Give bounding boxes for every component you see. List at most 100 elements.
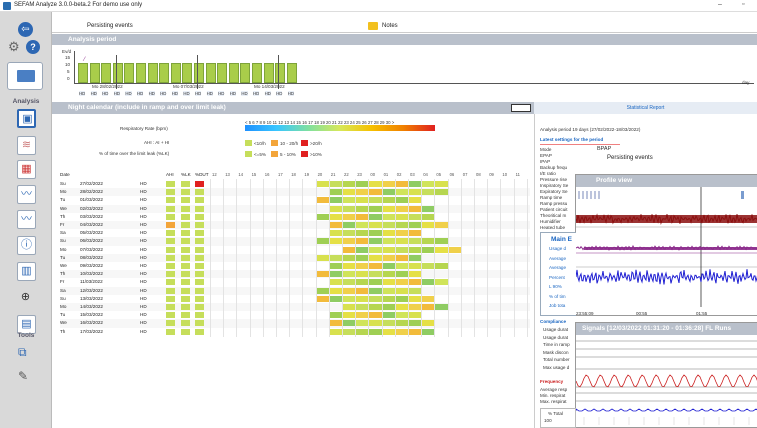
row-day: Fr bbox=[60, 222, 64, 227]
hour-header: 20 bbox=[318, 172, 323, 177]
night-usage-cell bbox=[368, 247, 381, 253]
night-usage-cell bbox=[342, 329, 355, 335]
frequency-label: Frequency bbox=[540, 379, 563, 384]
tool-pencil-icon[interactable]: ✎ bbox=[18, 369, 34, 385]
table-row[interactable] bbox=[60, 278, 530, 286]
table-row[interactable] bbox=[60, 180, 530, 188]
table-row[interactable] bbox=[60, 188, 530, 196]
table-col-header: AHI bbox=[166, 172, 174, 177]
usage-bar bbox=[275, 63, 285, 83]
setting-row: Humidifier bbox=[540, 219, 561, 224]
row-date: 10/03/2022 bbox=[80, 271, 103, 276]
ytick: 10 bbox=[65, 62, 70, 67]
night-usage-cell bbox=[368, 222, 381, 228]
table-row[interactable] bbox=[60, 303, 530, 311]
row-day: Th bbox=[60, 271, 65, 276]
night-usage-cell bbox=[342, 279, 355, 285]
hour-gridline bbox=[408, 179, 409, 337]
table-row[interactable] bbox=[60, 229, 530, 237]
minimize-button[interactable]: – bbox=[718, 1, 722, 8]
compliance-label: Compliance bbox=[540, 319, 566, 324]
dut-cell bbox=[195, 189, 204, 195]
help-icon[interactable]: ? bbox=[26, 40, 40, 54]
row-day: Tu bbox=[60, 312, 65, 317]
calendar-icon: ▦ bbox=[18, 161, 35, 178]
ahi-cell bbox=[166, 296, 175, 302]
row-day: Tu bbox=[60, 197, 65, 202]
night-usage-cell bbox=[382, 189, 395, 195]
table-row[interactable] bbox=[60, 295, 530, 303]
row-day: Fr bbox=[60, 279, 64, 284]
table-row[interactable] bbox=[60, 328, 530, 336]
night-usage-cell bbox=[329, 206, 342, 212]
row-date: 06/03/2022 bbox=[80, 238, 103, 243]
night-usage-cell bbox=[355, 263, 368, 269]
lk-cell bbox=[181, 263, 190, 269]
night-usage-cell bbox=[329, 312, 342, 318]
tool-compare-icon[interactable]: ⧉ bbox=[18, 345, 34, 361]
row-mode: HD bbox=[140, 247, 147, 252]
night-usage-cell bbox=[382, 296, 395, 302]
frequency-row: Max. respirat bbox=[540, 399, 567, 404]
night-usage-cell bbox=[368, 271, 381, 277]
calendar-view-button[interactable]: ▦ bbox=[17, 160, 36, 179]
night-usage-cell bbox=[329, 222, 342, 228]
hour-header: 01 bbox=[384, 172, 389, 177]
layout-toggle-icon[interactable] bbox=[511, 104, 531, 112]
graph-view-button[interactable]: ≋ bbox=[17, 136, 36, 155]
notes-label[interactable]: Notes bbox=[382, 23, 398, 29]
notes-icon[interactable] bbox=[368, 22, 378, 30]
total-value: 100 bbox=[544, 418, 552, 423]
back-arrow-icon[interactable]: ⇦ bbox=[18, 22, 33, 37]
night-usage-cell bbox=[368, 189, 381, 195]
table-row[interactable] bbox=[60, 213, 530, 221]
dut-cell bbox=[195, 279, 204, 285]
hour-header: 12 bbox=[212, 172, 217, 177]
maximize-button[interactable]: ▫ bbox=[742, 1, 744, 8]
row-mode: HD bbox=[140, 230, 147, 235]
night-usage-cell bbox=[408, 312, 421, 318]
night-usage-cell bbox=[395, 181, 408, 187]
night-usage-cell bbox=[421, 296, 434, 302]
lk-cell bbox=[181, 320, 190, 326]
night-usage-cell bbox=[395, 247, 408, 253]
night-usage-cell bbox=[382, 238, 395, 244]
table-row[interactable] bbox=[60, 221, 530, 229]
table-row[interactable] bbox=[60, 254, 530, 262]
ahi-mid-label: 10 - 20/h bbox=[280, 141, 298, 146]
row-mode: HD bbox=[140, 189, 147, 194]
table-row[interactable] bbox=[60, 237, 530, 245]
table-row[interactable] bbox=[60, 287, 530, 295]
signals-view-button[interactable]: 〰 bbox=[17, 185, 36, 204]
night-usage-cell bbox=[355, 320, 368, 326]
night-usage-cell bbox=[355, 197, 368, 203]
open-folder-button[interactable] bbox=[7, 62, 43, 90]
ahi-cell bbox=[166, 247, 175, 253]
night-usage-cell bbox=[395, 197, 408, 203]
dut-cell bbox=[195, 222, 204, 228]
hour-header: 14 bbox=[238, 172, 243, 177]
table-row[interactable] bbox=[60, 205, 530, 213]
globe-button[interactable]: ⊕ bbox=[17, 289, 36, 308]
table-row[interactable] bbox=[60, 270, 530, 278]
y-axis bbox=[74, 51, 75, 83]
table-row[interactable] bbox=[60, 319, 530, 327]
hour-gridline bbox=[421, 179, 422, 337]
ahi-cell bbox=[166, 312, 175, 318]
hd-signals-button[interactable]: 〰 bbox=[17, 210, 36, 229]
night-usage-cell bbox=[355, 181, 368, 187]
table-row[interactable] bbox=[60, 196, 530, 204]
table-col-header: %DUT bbox=[195, 172, 209, 177]
night-usage-cell bbox=[382, 271, 395, 277]
usage-bar bbox=[206, 63, 216, 83]
usage-bar bbox=[264, 63, 274, 83]
table-row[interactable] bbox=[60, 262, 530, 270]
main-event-row: Average bbox=[549, 265, 566, 270]
night-usage-cell bbox=[329, 288, 342, 294]
info-button[interactable]: ⓘ bbox=[17, 236, 36, 255]
statistics-button[interactable]: ▥ bbox=[17, 262, 36, 281]
table-row[interactable] bbox=[60, 311, 530, 319]
settings-gear-icon[interactable]: ⚙ bbox=[8, 40, 22, 54]
hd-mode-label: HD bbox=[195, 91, 201, 96]
report-view-button[interactable]: ▣ bbox=[17, 109, 36, 128]
